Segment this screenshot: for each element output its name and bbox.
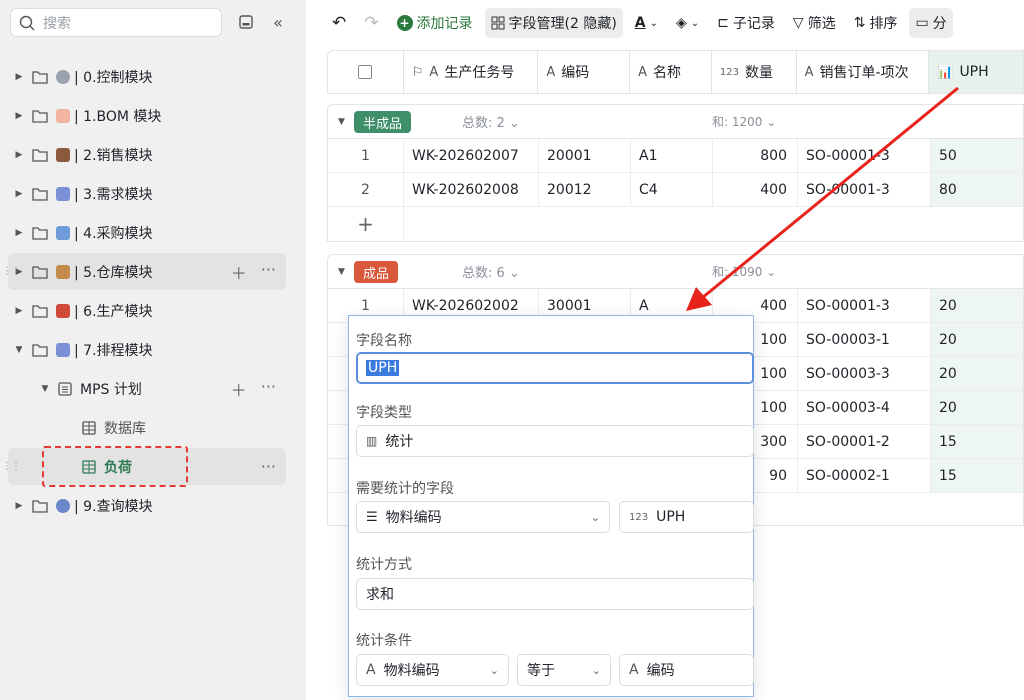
cond-field-select[interactable]: A 物料编码 ⌄ [356, 654, 509, 686]
field-type-label: 字段类型 [356, 405, 412, 421]
stat-field-label: 需要统计的字段 [356, 481, 454, 497]
stat-field-value: 物料编码 [385, 510, 442, 526]
field-name-value: UPH [366, 360, 400, 376]
list-icon: ☰ [366, 509, 378, 525]
cond-label: 统计条件 [356, 633, 412, 649]
chevron-down-icon: ⌄ [489, 663, 499, 677]
method-label: 统计方式 [356, 557, 412, 573]
field-name-label: 字段名称 [356, 333, 412, 349]
stat-field-select[interactable]: ☰ 物料编码 ⌄ [356, 501, 610, 533]
field-type-select[interactable]: ▥ 统计 [356, 425, 754, 457]
cond-value-select[interactable]: A 编码 [619, 654, 754, 686]
cond-field-value: 物料编码 [383, 663, 440, 679]
stat-target-select[interactable]: 123 UPH [619, 501, 754, 533]
chevron-down-icon: ⌄ [591, 663, 601, 677]
number-type-icon: 123 [629, 511, 649, 523]
cond-op-select[interactable]: 等于 ⌄ [517, 654, 611, 686]
text-type-icon: A [366, 662, 376, 678]
field-name-input[interactable]: UPH [356, 352, 754, 384]
cond-value: 编码 [646, 663, 675, 679]
cond-op-value: 等于 [527, 663, 555, 679]
method-select[interactable]: 求和 [356, 578, 754, 610]
text-type-icon: A [629, 662, 639, 678]
field-type-value: 统计 [385, 434, 414, 450]
chevron-down-icon: ⌄ [590, 510, 600, 524]
field-editor-popup: 字段名称 UPH 字段类型 ▥ 统计 需要统计的字段 ☰ 物料编码 ⌄ 123 … [348, 315, 754, 697]
method-value: 求和 [366, 587, 394, 603]
stat-target-value: UPH [656, 509, 686, 525]
stats-icon: ▥ [366, 434, 378, 448]
